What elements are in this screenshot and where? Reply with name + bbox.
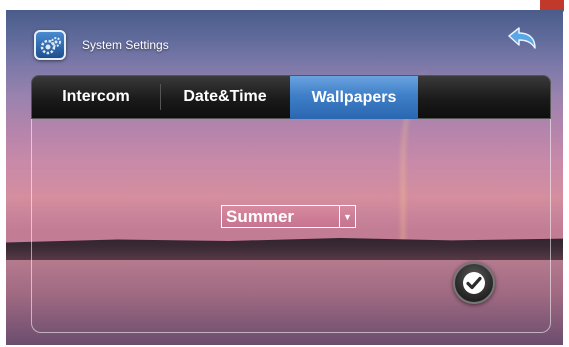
tab-intercom[interactable]: Intercom [32,76,160,118]
tab-label: Intercom [62,88,130,105]
tab-date-time[interactable]: Date&Time [160,76,290,118]
tab-label: Wallpapers [311,88,397,106]
back-button[interactable] [501,26,541,56]
tab-bar: Intercom Date&Time Wallpapers [31,75,551,119]
tab-wallpapers[interactable]: Wallpapers [290,76,418,119]
device-screen: System Settings Intercom Date&Time Wallp… [6,10,563,345]
triangle-down-icon[interactable]: ▼ [339,206,355,227]
wallpaper-select-value: Summer [226,207,295,226]
checkmark-icon [463,272,485,294]
title-bar: System Settings [6,10,563,72]
back-arrow-icon [508,27,536,49]
tab-label: Date&Time [183,88,267,105]
settings-gears-icon [34,30,66,60]
confirm-button[interactable] [453,262,495,304]
window-title: System Settings [82,38,169,52]
wallpaper-select[interactable]: Summer ▼ [221,205,356,228]
